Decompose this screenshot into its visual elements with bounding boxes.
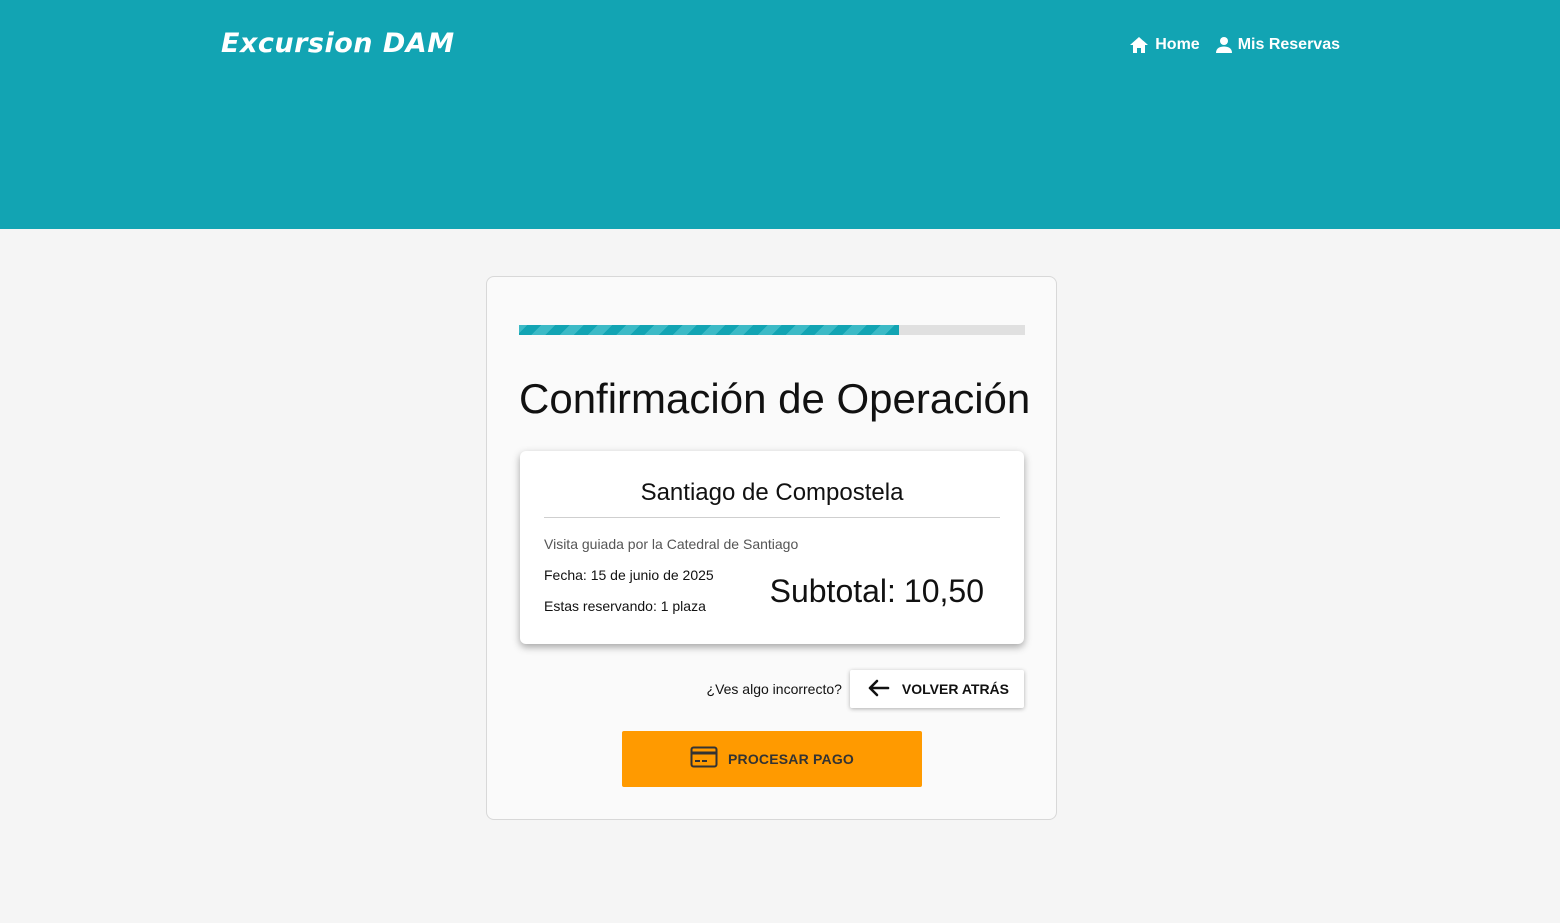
arrow-left-icon	[866, 678, 890, 701]
progress-bar	[519, 325, 1025, 335]
confirmation-panel: Confirmación de Operación Santiago de Co…	[486, 276, 1057, 820]
destination-title: Santiago de Compostela	[640, 479, 904, 506]
excursion-description: Visita guiada por la Catedral de Santiag…	[544, 536, 799, 552]
credit-card-icon	[690, 746, 718, 773]
back-button-label: VOLVER ATRÁS	[901, 681, 1009, 697]
booking-summary-card: Santiago de Compostela Visita guiada por…	[520, 451, 1024, 644]
progress-bar-fill	[519, 325, 899, 335]
nav-mis-reservas-label: Mis Reservas	[1237, 36, 1340, 53]
subtotal: Subtotal: 10,50	[770, 573, 984, 610]
divider	[544, 517, 1000, 518]
nav-mis-reservas[interactable]: Mis Reservas	[1215, 36, 1340, 54]
brand-logo[interactable]: Excursion DAM	[221, 28, 455, 59]
process-payment-button[interactable]: PROCESAR PAGO	[622, 731, 922, 787]
booking-date: Fecha: 15 de junio de 2025	[544, 567, 714, 583]
back-button[interactable]: VOLVER ATRÁS	[849, 670, 1024, 708]
header-bar: Excursion DAM Home Mis Reservas	[0, 0, 1560, 229]
back-question: ¿Ves algo incorrecto?	[706, 681, 842, 697]
nav-home[interactable]: Home	[1129, 36, 1200, 54]
subtotal-label: Subtotal:	[769, 573, 896, 609]
booking-places: Estas reservando: 1 plaza	[544, 598, 706, 614]
process-payment-label: PROCESAR PAGO	[727, 751, 855, 767]
page-title: Confirmación de Operación	[519, 375, 1031, 422]
person-icon	[1215, 36, 1232, 54]
home-icon	[1129, 36, 1149, 54]
nav-home-label: Home	[1155, 36, 1200, 53]
back-row: ¿Ves algo incorrecto? VOLVER ATRÁS	[707, 670, 1024, 708]
main-nav: Home Mis Reservas	[1129, 36, 1340, 54]
subtotal-value: 10,50	[903, 573, 984, 609]
